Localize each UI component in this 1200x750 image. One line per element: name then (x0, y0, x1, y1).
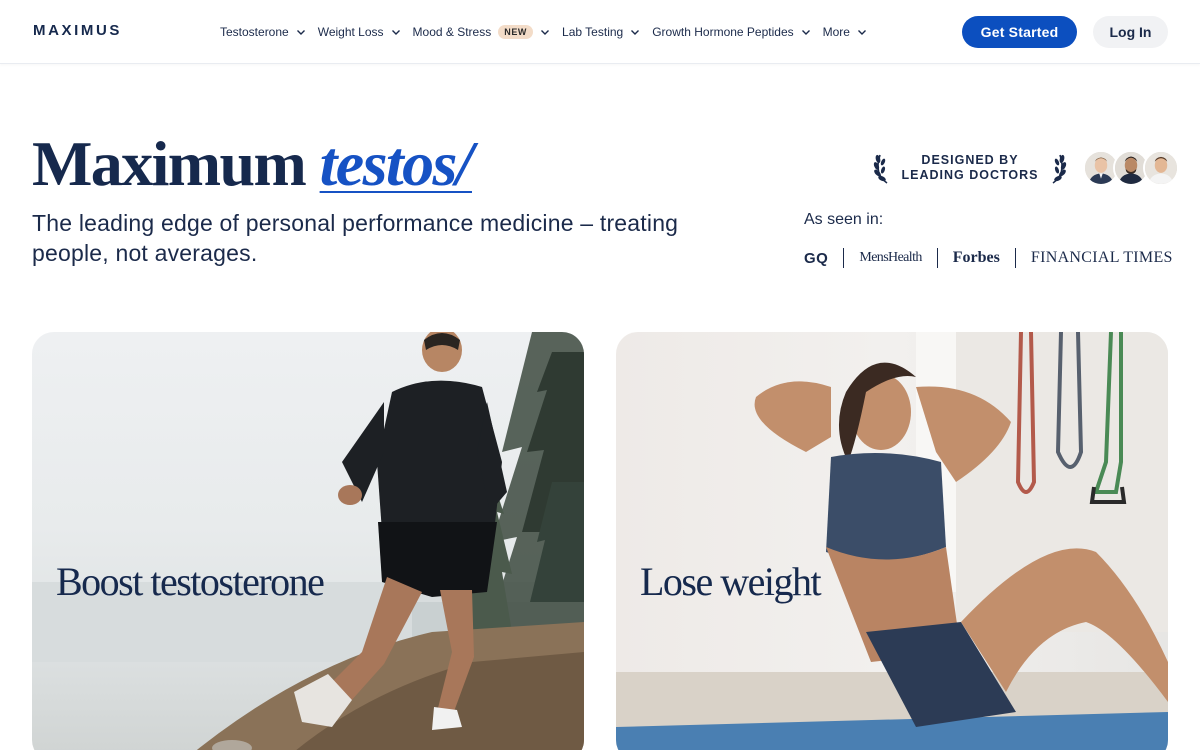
card-title: Boost testosterone (56, 559, 325, 604)
hero-title-main: Maximum (32, 128, 320, 199)
nav-item-mood-stress[interactable]: Mood & Stress NEW (413, 25, 552, 39)
divider (843, 248, 845, 268)
log-in-button[interactable]: Log In (1093, 16, 1168, 48)
financial-times-logo: FINANCIAL TIMES (1030, 249, 1173, 266)
chevron-down-icon (631, 30, 640, 35)
avatar (1143, 150, 1179, 186)
woman-doing-situps-photo (616, 332, 1168, 750)
hero-title-accent: testos/ (319, 128, 474, 199)
chevron-down-icon (857, 30, 866, 35)
nav-label: Lab Testing (562, 25, 624, 39)
designed-line-1: DESIGNED BY (921, 153, 1019, 167)
nav-item-more[interactable]: More (823, 25, 868, 39)
nav-label: Mood & Stress (412, 25, 492, 39)
designed-by-text: DESIGNED BY LEADING DOCTORS (902, 153, 1039, 183)
nav-item-growth-hormone-peptides[interactable]: Growth Hormone Peptides (652, 25, 811, 39)
nav-label: Testosterone (220, 25, 289, 39)
chevron-down-icon (801, 30, 810, 35)
card-title: Lose weight (640, 559, 822, 604)
chevron-down-icon (391, 30, 400, 35)
maximus-logo[interactable]: MAXIMUS (33, 22, 122, 39)
nav-item-lab-testing[interactable]: Lab Testing (562, 25, 641, 39)
main-nav: Testosterone Weight Loss Mood & Stress N… (220, 22, 879, 42)
mens-health-logo: MensHealth (859, 250, 922, 265)
nav-label: Weight Loss (317, 25, 384, 39)
forbes-logo: Forbes (952, 249, 1000, 266)
nav-item-testosterone[interactable]: Testosterone (220, 25, 307, 39)
get-started-button[interactable]: Get Started (962, 16, 1077, 48)
designed-line-2: LEADING DOCTORS (901, 168, 1039, 182)
laurel-left-icon (873, 154, 888, 184)
new-badge: NEW (498, 25, 534, 39)
nav-item-weight-loss[interactable]: Weight Loss (318, 25, 402, 39)
press-logos: GQ MensHealth Forbes FINANCIAL TIMES (804, 246, 1173, 270)
hero-subtitle: The leading edge of personal performance… (32, 210, 679, 266)
chevron-down-icon (296, 30, 305, 35)
nav-label: More (822, 25, 850, 39)
chevron-down-icon (541, 30, 550, 35)
nav-label: Growth Hormone Peptides (652, 25, 794, 39)
doctor-avatars (1083, 150, 1179, 186)
designed-by-doctors-badge: DESIGNED BY LEADING DOCTORS (872, 150, 1068, 186)
laurel-right-icon (1052, 154, 1067, 184)
lose-weight-card[interactable]: Lose weight (616, 332, 1168, 750)
as-seen-in-label: As seen in: (804, 211, 884, 228)
gq-logo: GQ (804, 249, 829, 267)
hero-title: Maximum testos/ (32, 128, 474, 200)
site-header: MAXIMUS Testosterone Weight Loss Mood & … (0, 0, 1200, 64)
divider (1014, 248, 1016, 268)
divider (936, 248, 938, 268)
boost-testosterone-card[interactable]: Boost testosterone (32, 332, 584, 750)
man-running-trail-photo (32, 332, 584, 750)
